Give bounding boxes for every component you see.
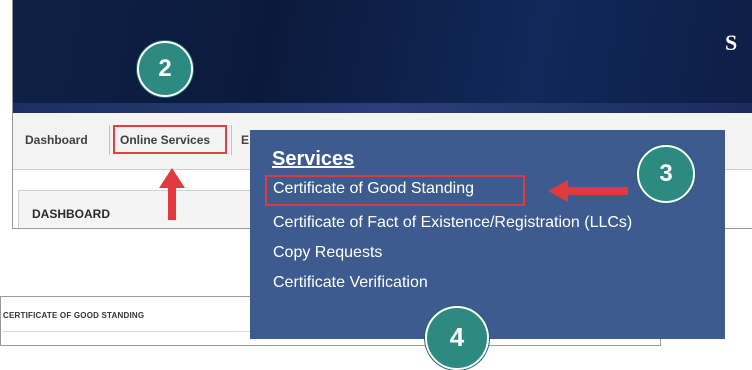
online-services-highlight-box [113, 125, 227, 154]
step-2-badge: 2 [137, 41, 193, 97]
menu-item-certificate-verification[interactable]: Certificate Verification [273, 274, 428, 292]
dashboard-title: DASHBOARD [32, 207, 110, 221]
step-3-badge: 3 [637, 145, 695, 203]
nav-item-partial[interactable]: E [241, 133, 249, 147]
site-banner [13, 0, 752, 113]
banner-stripe [13, 103, 752, 113]
menu-heading-services: Services [272, 148, 355, 170]
menu-item-certificate-fact-existence[interactable]: Certificate of Fact of Existence/Registr… [273, 214, 632, 232]
step-4-badge: 4 [425, 306, 489, 370]
up-arrow-icon [159, 168, 185, 220]
nav-separator [231, 125, 232, 155]
certificate-page-title: CERTIFICATE OF GOOD STANDING [3, 311, 145, 320]
menu-item-certificate-good-standing[interactable]: Certificate of Good Standing [273, 180, 474, 198]
menu-item-copy-requests[interactable]: Copy Requests [273, 244, 382, 262]
site-title-fragment: S [725, 30, 738, 55]
nav-separator [109, 125, 110, 155]
nav-dashboard[interactable]: Dashboard [25, 133, 88, 147]
left-arrow-icon [548, 180, 628, 202]
